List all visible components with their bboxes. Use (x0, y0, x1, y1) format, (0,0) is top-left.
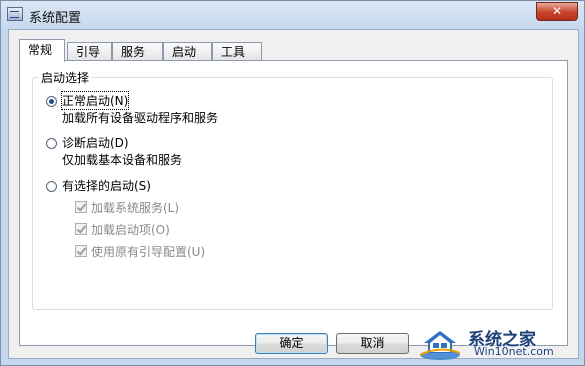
ok-button[interactable]: 确定 (255, 333, 328, 354)
load-startup-items-label: 加载启动项(O) (91, 223, 170, 237)
diagnostic-startup-description: 仅加载基本设备和服务 (62, 153, 183, 167)
normal-startup-radio[interactable] (46, 96, 57, 107)
normal-startup-label[interactable]: 正常启动(N) (60, 91, 130, 110)
cancel-button-label: 取消 (360, 336, 385, 350)
ok-button-label: 确定 (279, 336, 304, 350)
load-startup-items-checkbox[interactable] (75, 223, 87, 235)
house-logo-icon (419, 331, 461, 360)
diagnostic-startup-radio[interactable] (46, 138, 57, 149)
watermark-url: Win10net.com (474, 345, 554, 358)
dialog-client-area: 常规 引导 服务 启动 工具 启动选择 正常启动(N) 加载所有设备驱动程序和服… (8, 29, 579, 359)
tab-startup[interactable]: 启动 (163, 42, 212, 61)
tab-tools-label: 工具 (221, 45, 246, 59)
tab-startup-label: 启动 (172, 45, 197, 59)
startup-selection-group: 启动选择 正常启动(N) 加载所有设备驱动程序和服务 诊断启动(D) 仅加载基本… (32, 69, 553, 310)
tab-tools[interactable]: 工具 (212, 42, 262, 61)
tab-services[interactable]: 服务 (112, 42, 163, 61)
close-icon: ✕ (551, 4, 563, 18)
normal-startup-description: 加载所有设备驱动程序和服务 (62, 111, 219, 125)
tab-boot[interactable]: 引导 (67, 42, 112, 61)
tab-boot-label: 引导 (76, 45, 101, 59)
tab-general[interactable]: 常规 (19, 39, 65, 62)
general-tab-panel: 启动选择 正常启动(N) 加载所有设备驱动程序和服务 诊断启动(D) 仅加载基本… (19, 60, 568, 346)
load-system-services-label: 加载系统服务(L) (91, 201, 180, 215)
selective-startup-label[interactable]: 有选择的启动(S) (62, 177, 151, 194)
startup-selection-legend: 启动选择 (39, 69, 92, 86)
msconfig-app-icon (7, 7, 23, 21)
cancel-button[interactable]: 取消 (336, 333, 409, 354)
selective-startup-radio[interactable] (46, 181, 57, 192)
close-button[interactable]: ✕ (536, 2, 578, 21)
tab-services-label: 服务 (121, 45, 146, 59)
use-original-boot-config-label: 使用原有引导配置(U) (91, 245, 206, 259)
window-title: 系统配置 (29, 11, 82, 26)
diagnostic-startup-label[interactable]: 诊断启动(D) (62, 134, 129, 151)
system-config-window: 系统配置 ✕ 常规 引导 服务 启动 工具 启动选择 正常启动(N) 加载所有设… (0, 0, 585, 366)
watermark-logo: 系统之家 Win10net.com (412, 323, 582, 363)
use-original-boot-config-checkbox[interactable] (75, 245, 87, 257)
tab-general-label: 常规 (28, 43, 53, 57)
title-bar[interactable]: 系统配置 ✕ (1, 1, 584, 29)
load-system-services-checkbox[interactable] (75, 201, 87, 213)
